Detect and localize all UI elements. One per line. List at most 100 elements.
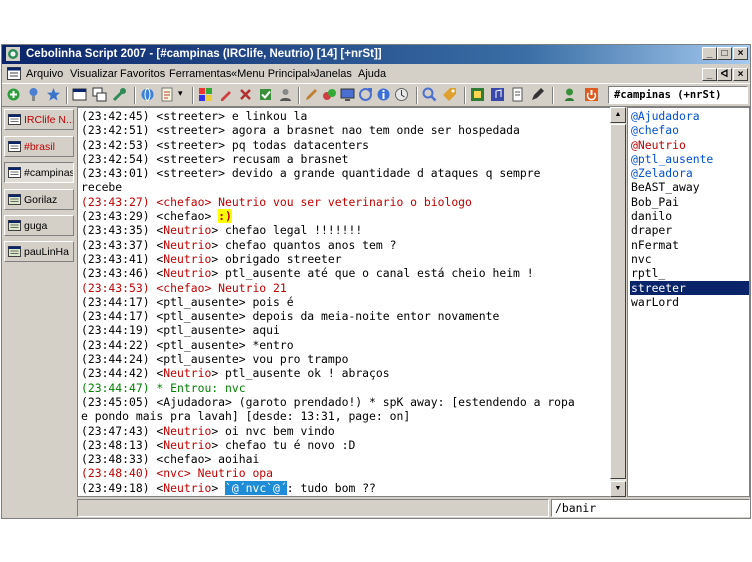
chat-line: (23:44:17) <ptl_ausente> depois da meia-… xyxy=(81,309,606,323)
title-bar[interactable]: Cebolinha Script 2007 - [#campinas (IRCl… xyxy=(2,45,750,64)
image-icon[interactable] xyxy=(322,87,337,102)
chat-line: (23:42:54) <streeter> recusam a brasnet xyxy=(81,152,606,166)
nick-list-item[interactable]: BeAST_away xyxy=(630,180,749,194)
toolbar-separator xyxy=(416,87,418,104)
switchbar-item[interactable]: pauLinHa xyxy=(4,241,74,262)
chat-line-text: (23:42:51) <streeter> agora a brasnet na… xyxy=(81,123,520,138)
app-icon[interactable] xyxy=(470,87,485,102)
favorites-icon[interactable] xyxy=(46,87,61,102)
mdi-close-button[interactable]: × xyxy=(733,68,748,81)
nick-list[interactable]: @Ajudadora @chefao @Neutrio @ptl_ausente @Ze… xyxy=(627,107,750,497)
chat-nick: Neutrio xyxy=(163,423,212,438)
nick-list-item[interactable]: @ptl_ausente xyxy=(630,152,749,166)
menu-favoritos[interactable]: Favoritos xyxy=(120,68,165,80)
script-icon[interactable] xyxy=(160,87,175,102)
nick-list-item[interactable]: @Ajudadora xyxy=(630,109,749,123)
music-icon[interactable] xyxy=(490,87,505,102)
chat-line-text: (23:43:53) <chefao> Neutrio 21 xyxy=(81,280,287,295)
window-icon[interactable] xyxy=(72,87,87,102)
switchbar-item[interactable]: IRClife N... xyxy=(4,109,74,130)
chat-line: (23:44:19) <ptl_ausente> aqui xyxy=(81,323,606,337)
power-icon[interactable] xyxy=(584,87,599,102)
away-icon[interactable] xyxy=(394,87,409,102)
main-window: Cebolinha Script 2007 - [#campinas (IRCl… xyxy=(1,44,751,519)
menu-ajuda[interactable]: Ajuda xyxy=(358,68,386,80)
chat-line: (23:43:01) <streeter> devido a grande qu… xyxy=(81,166,606,180)
chat-scrollbar[interactable]: ▲ ▼ xyxy=(610,107,626,497)
pencil-icon[interactable] xyxy=(530,87,545,102)
mdi-restore-button[interactable]: ᐊ xyxy=(717,68,732,81)
chat-line-prefix: (23:43:46) < xyxy=(81,266,164,281)
chat-nick: Neutrio xyxy=(163,480,212,495)
toolbar-separator xyxy=(134,87,136,104)
nick-list-item[interactable]: @Neutrio xyxy=(630,138,749,152)
monitor-icon[interactable] xyxy=(340,87,355,102)
scroll-up-arrow[interactable]: ▲ xyxy=(610,107,626,123)
connect-icon[interactable] xyxy=(6,87,21,102)
search-icon[interactable] xyxy=(422,87,437,102)
switchbar-item[interactable]: Gorilaz xyxy=(4,189,74,210)
mdi-minimize-button[interactable]: _ xyxy=(702,68,717,81)
input-bar: /banir xyxy=(77,499,750,517)
chat-line: (23:44:22) <ptl_ausente> *entro xyxy=(81,338,606,352)
chat-line-text: > ptl_ausente até que o canal está cheio… xyxy=(211,266,534,281)
edit-icon[interactable] xyxy=(218,87,233,102)
chat-line-text: (23:44:17) <ptl_ausente> pois é xyxy=(81,294,294,309)
chat-line-text: (23:44:19) <ptl_ausente> aqui xyxy=(81,323,280,338)
chat-line-text: (23:43:29) <chefao> xyxy=(81,209,219,224)
channel-window-icon[interactable] xyxy=(7,67,21,80)
nick-list-item[interactable]: rptl_ xyxy=(630,266,749,280)
gear-icon[interactable] xyxy=(258,87,273,102)
nick-list-item[interactable]: nvc xyxy=(630,252,749,266)
switchbar-item[interactable]: #brasil xyxy=(4,136,74,157)
dropdown-arrow-icon[interactable]: ▾ xyxy=(178,88,183,99)
menu-principal[interactable]: «Menu Principal» xyxy=(231,68,316,80)
nick-list-item[interactable]: streeter xyxy=(630,280,749,295)
menu-arquivo[interactable]: Arquivo xyxy=(26,68,63,80)
options-icon[interactable] xyxy=(26,87,41,102)
tools-icon[interactable] xyxy=(112,87,127,102)
colors-icon[interactable] xyxy=(198,87,213,102)
menu-visualizar[interactable]: Visualizar xyxy=(70,68,118,80)
menu-ferramentas[interactable]: Ferramentas xyxy=(169,68,231,80)
note-icon[interactable] xyxy=(510,87,525,102)
chat-line: (23:43:29) <chefao> :) xyxy=(81,209,606,224)
info-icon[interactable] xyxy=(376,87,391,102)
highlighted-nick: `@´nvc`@´ xyxy=(225,480,287,495)
command-input[interactable]: /banir xyxy=(551,499,750,517)
pen-icon[interactable] xyxy=(304,87,319,102)
scroll-down-arrow[interactable]: ▼ xyxy=(610,481,626,497)
minimize-button[interactable]: _ xyxy=(702,47,717,60)
nick-list-item[interactable]: draper xyxy=(630,223,749,237)
tag-icon[interactable] xyxy=(442,87,457,102)
chat-window[interactable]: (23:42:45) <streeter> e linkou la (23:42:… xyxy=(77,107,611,497)
nick-list-item[interactable]: @Zeladora xyxy=(630,166,749,180)
nick-list-items: @Ajudadora @chefao @Neutrio @ptl_ausente @Ze… xyxy=(630,109,749,309)
status-icon[interactable] xyxy=(562,87,577,102)
chat-line-text: (23:42:53) <streeter> pq todas datacente… xyxy=(81,137,370,152)
users-icon[interactable] xyxy=(278,87,293,102)
chat-line-prefix: (23:44:42) < xyxy=(81,366,164,381)
chat-line-text: (23:48:40) <nvc> Neutrio opa xyxy=(81,466,274,481)
chat-line: (23:44:17) <ptl_ausente> pois é xyxy=(81,295,606,309)
nick-list-item[interactable]: warLord xyxy=(630,295,749,309)
nick-list-item[interactable]: nFermat xyxy=(630,238,749,252)
find-icon[interactable] xyxy=(238,87,253,102)
nick-list-item[interactable]: @chefao xyxy=(630,123,749,137)
switchbar-item-label: #brasil xyxy=(24,141,55,153)
switchbar-item[interactable]: guga xyxy=(4,215,74,236)
refresh-icon[interactable] xyxy=(358,87,373,102)
toolbar-separator xyxy=(192,87,194,104)
chat-line: recebe xyxy=(81,180,606,194)
scroll-thumb[interactable] xyxy=(610,124,626,479)
nick-list-item[interactable]: danilo xyxy=(630,209,749,223)
close-button[interactable]: × xyxy=(733,47,748,60)
message-input[interactable] xyxy=(77,499,549,517)
tile-icon[interactable] xyxy=(92,87,107,102)
maximize-button[interactable]: □ xyxy=(717,47,732,60)
menu-janelas[interactable]: Janelas xyxy=(314,68,352,80)
nick-list-item[interactable]: Bob_Pai xyxy=(630,195,749,209)
switchbar-item[interactable]: #campinas xyxy=(4,162,74,183)
switchbar-item-label: Gorilaz xyxy=(24,194,58,206)
web-icon[interactable] xyxy=(140,87,155,102)
